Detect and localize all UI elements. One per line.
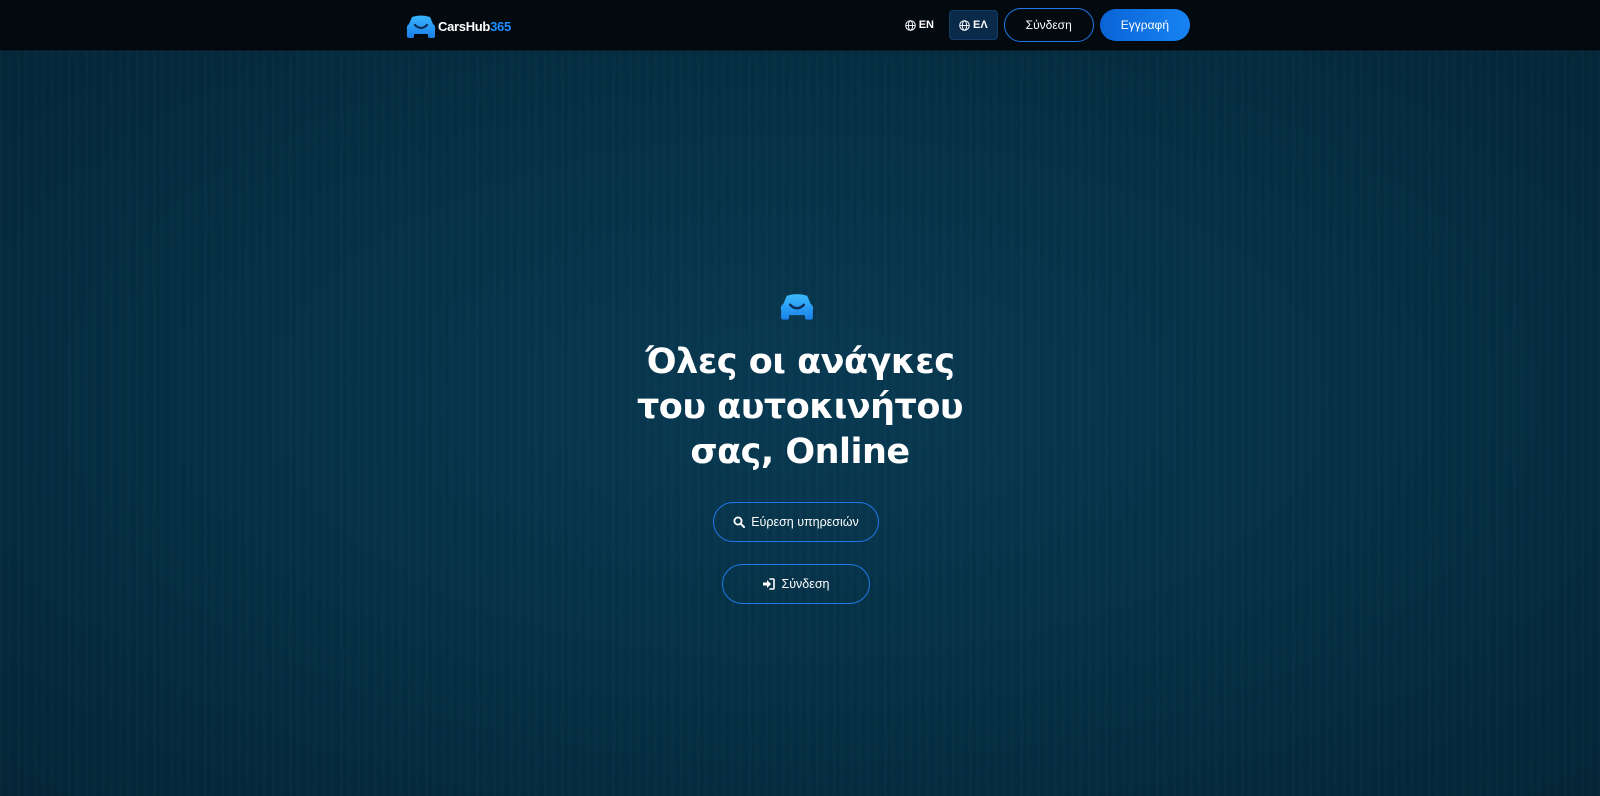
hero-title-line-2: του αυτοκινήτου (636, 387, 964, 427)
search-icon (733, 516, 746, 528)
top-navigation-bar: CarsHub365 EN ΕΛ Σύνδεση Εγγραφή (0, 0, 1600, 51)
smiling-car-icon (406, 14, 436, 38)
hero-login-label: Σύνδεση (781, 577, 830, 591)
brand-name-accent: 365 (490, 18, 511, 34)
hero-title-line-3: σας, Online (690, 432, 910, 472)
nav-actions: EN ΕΛ Σύνδεση Εγγραφή (896, 8, 1190, 42)
smiling-car-icon (780, 292, 814, 320)
globe-icon (959, 19, 970, 31)
hero-title-line-1: Όλες οι ανάγκες (645, 342, 955, 382)
sign-in-icon (762, 578, 776, 590)
globe-icon (904, 19, 916, 31)
language-en-button[interactable]: EN (896, 11, 943, 39)
nav-login-button[interactable]: Σύνδεση (1003, 8, 1094, 42)
language-el-label: ΕΛ (972, 19, 988, 31)
hero-login-button[interactable]: Σύνδεση (722, 564, 870, 604)
brand-name-main: CarsHub (438, 18, 491, 34)
language-el-button[interactable]: ΕΛ (948, 10, 998, 40)
brand-name: CarsHub365 (438, 19, 511, 34)
find-services-label: Εύρεση υπηρεσιών (751, 515, 859, 529)
nav-register-button[interactable]: Εγγραφή (1099, 9, 1190, 41)
brand-home-link[interactable]: CarsHub365 (406, 14, 511, 38)
hero-title: Όλες οι ανάγκες του αυτοκινήτου σας, Onl… (560, 340, 1040, 475)
find-services-button[interactable]: Εύρεση υπηρεσιών (713, 502, 879, 542)
language-en-label: EN (918, 19, 934, 31)
hero-section: Όλες οι ανάγκες του αυτοκινήτου σας, Onl… (0, 50, 1600, 796)
